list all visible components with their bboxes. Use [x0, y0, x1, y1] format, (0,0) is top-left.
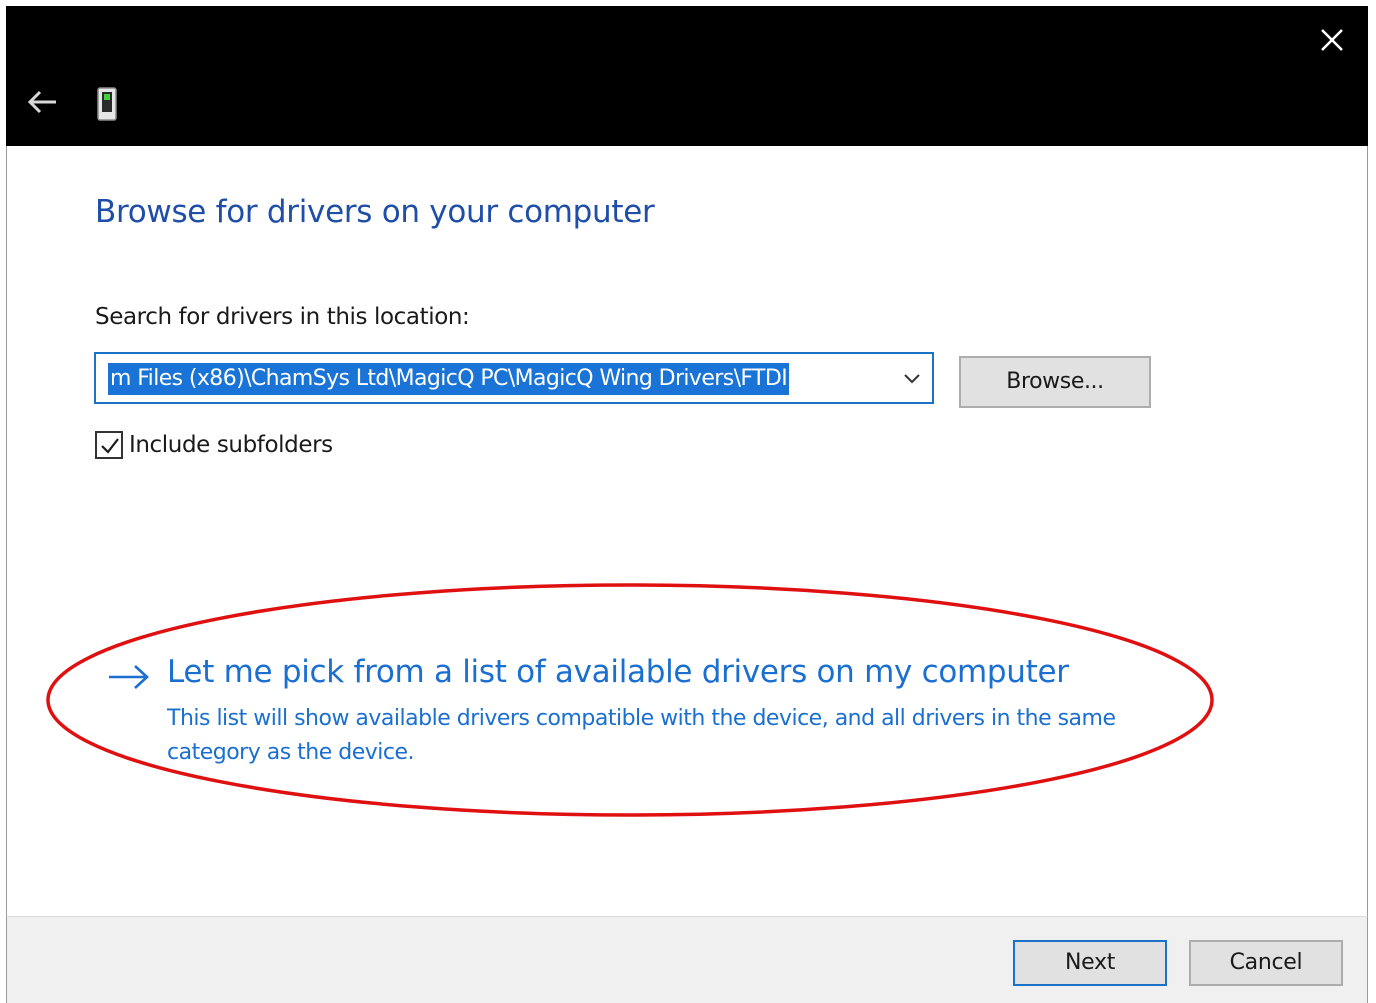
dialog-content: Browse for drivers on your computer Sear… — [6, 146, 1368, 916]
arrow-right-icon — [109, 665, 149, 689]
next-button[interactable]: Next — [1013, 940, 1167, 986]
close-icon — [1321, 29, 1343, 51]
close-button[interactable] — [1312, 20, 1352, 60]
chevron-down-icon[interactable] — [898, 364, 926, 392]
title-bar — [6, 6, 1368, 146]
pick-from-list-title[interactable]: Let me pick from a list of available dri… — [167, 654, 1069, 690]
cancel-button[interactable]: Cancel — [1189, 940, 1343, 986]
location-label: Search for drivers in this location: — [95, 304, 470, 330]
include-subfolders-checkbox[interactable] — [95, 431, 123, 459]
driver-update-dialog: Browse for drivers on your computer Sear… — [0, 0, 1376, 1003]
back-button[interactable] — [24, 84, 64, 124]
include-subfolders-label: Include subfolders — [129, 432, 333, 458]
include-subfolders-option[interactable]: Include subfolders — [95, 430, 333, 460]
browse-button[interactable]: Browse... — [959, 356, 1151, 408]
page-title: Browse for drivers on your computer — [95, 194, 655, 230]
back-arrow-icon — [27, 90, 56, 114]
driver-path-input[interactable]: m Files (x86)\ChamSys Ltd\MagicQ PC\Magi… — [108, 363, 790, 395]
device-icon — [97, 87, 117, 121]
driver-path-combobox[interactable]: m Files (x86)\ChamSys Ltd\MagicQ PC\Magi… — [94, 352, 934, 404]
pick-from-list-description: This list will show available drivers co… — [167, 706, 1116, 765]
checkmark-icon — [101, 438, 119, 454]
dialog-footer: Next Cancel — [6, 916, 1368, 1003]
